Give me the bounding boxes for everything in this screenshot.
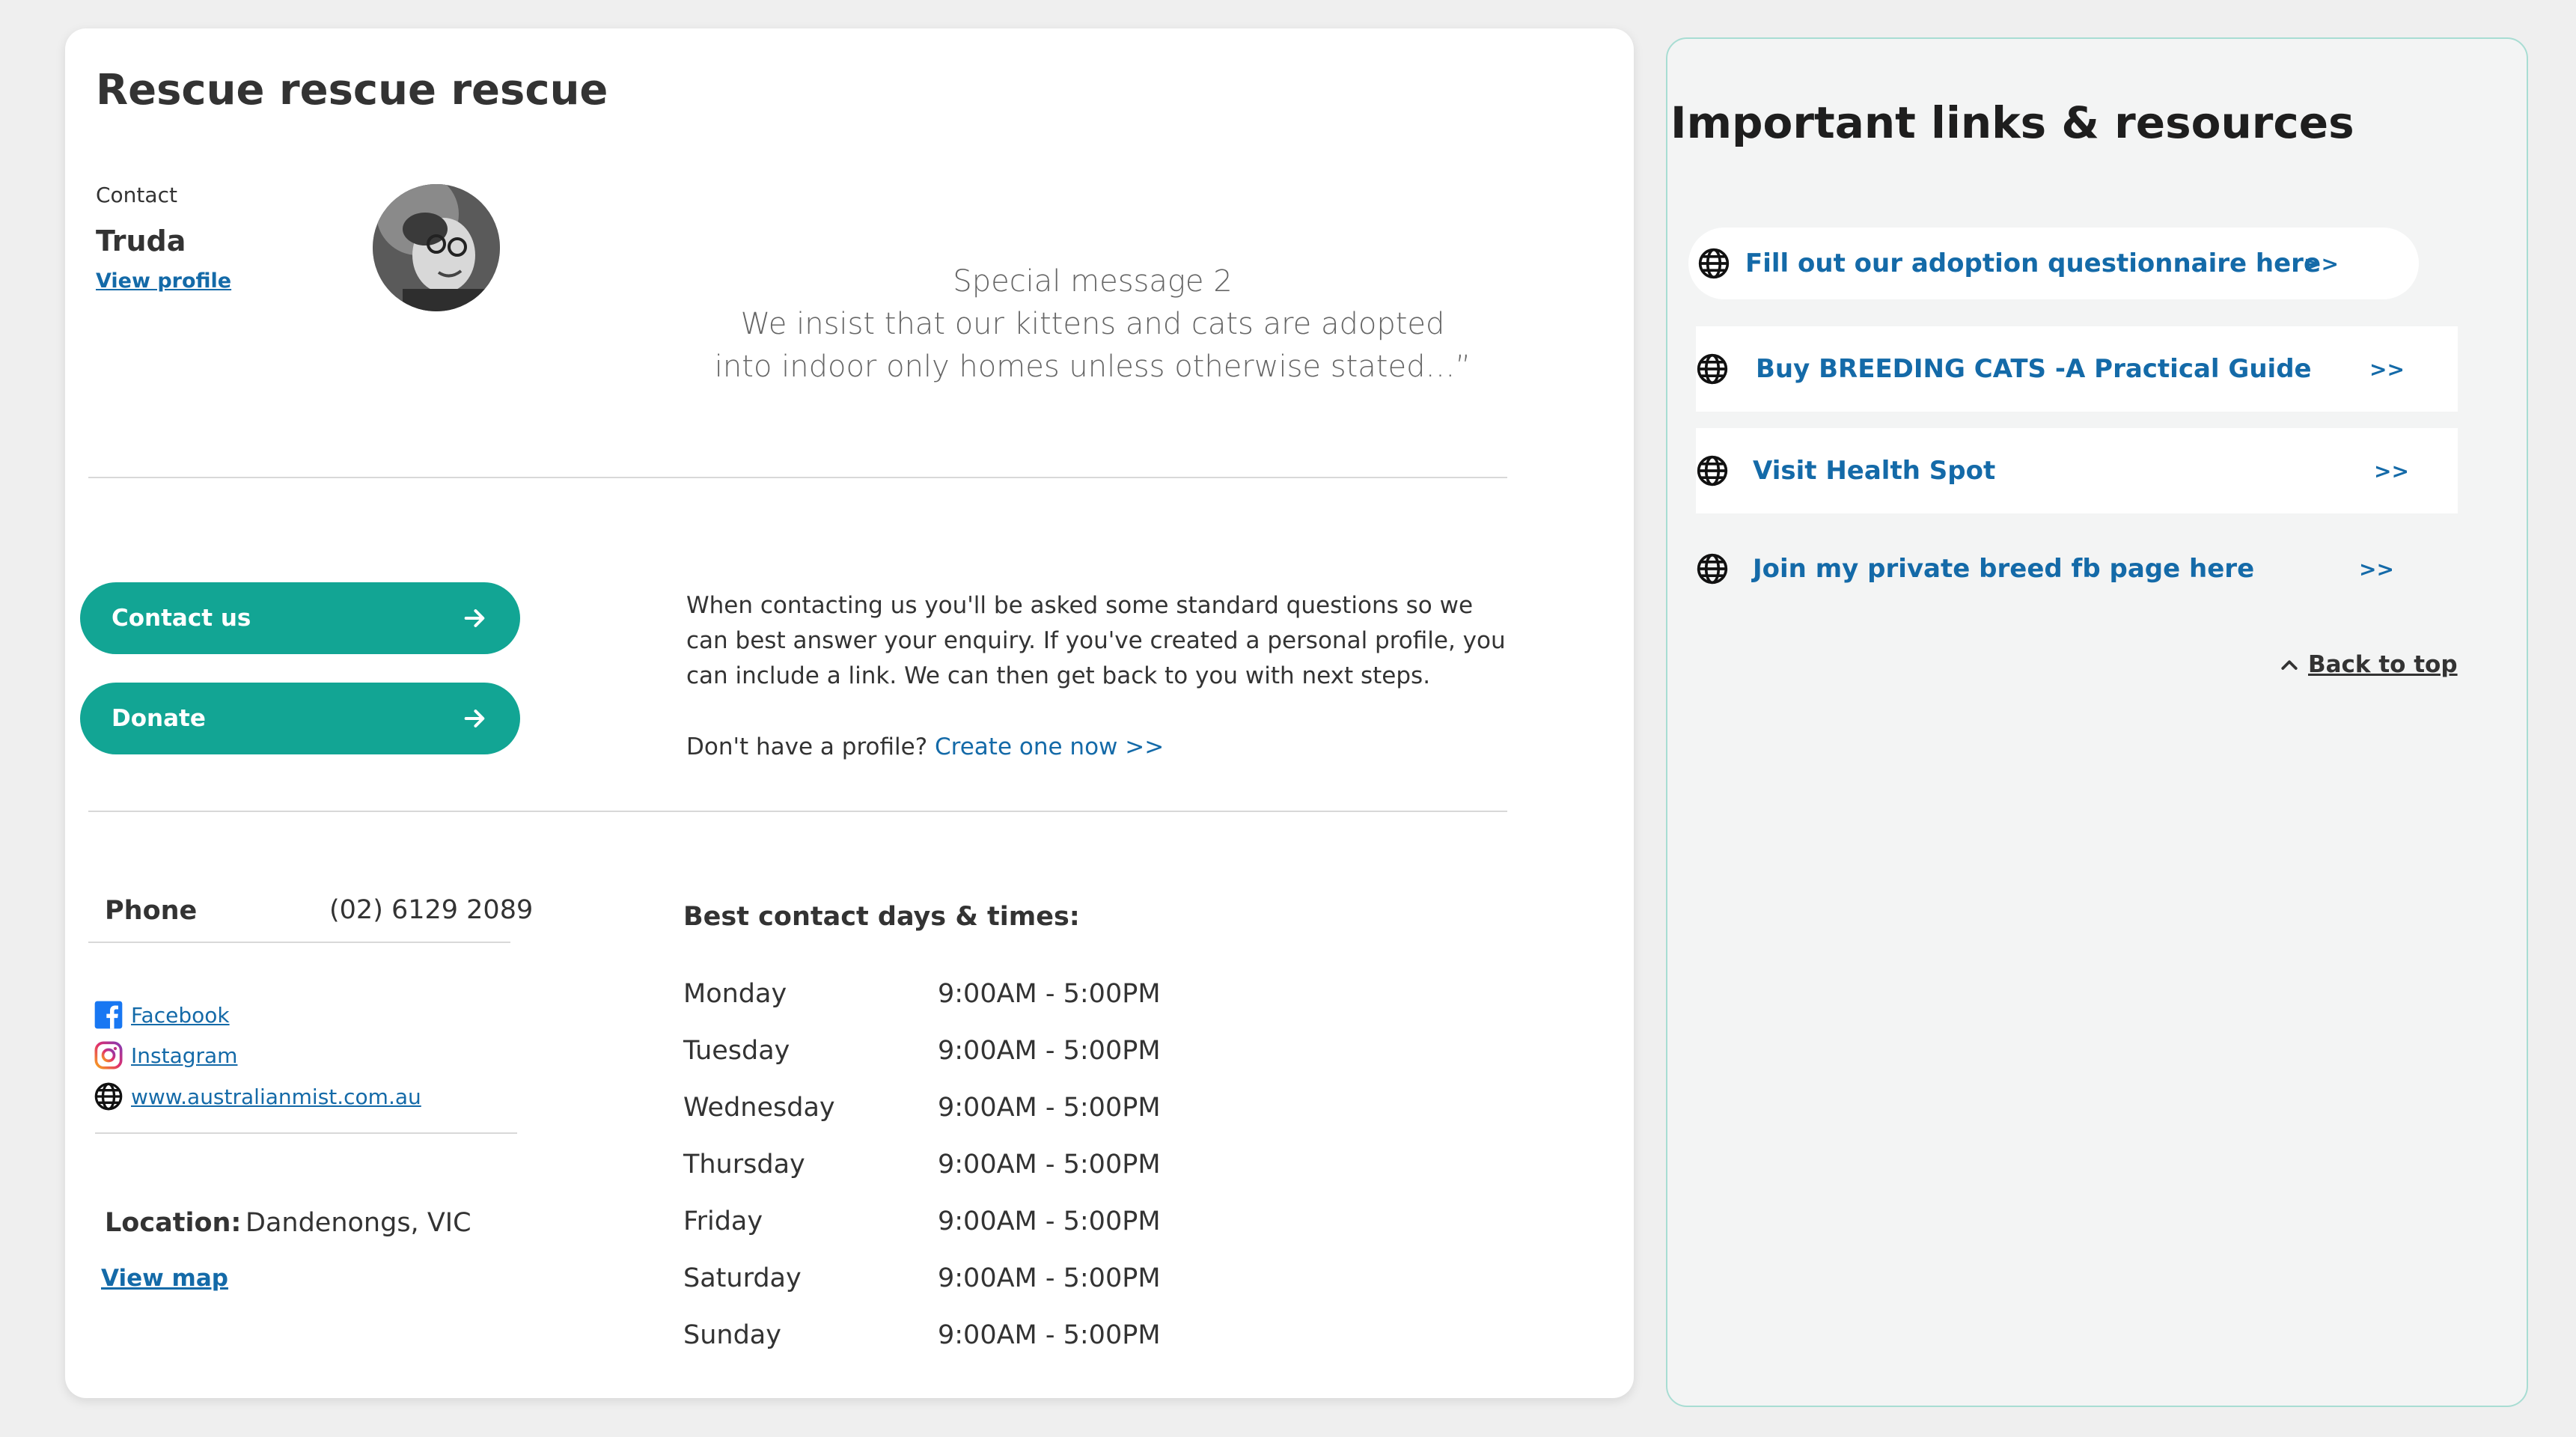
donate-button[interactable]: Donate: [80, 683, 520, 754]
hours-day: Wednesday: [683, 1093, 835, 1123]
hours-row: Saturday 9:00AM - 5:00PM: [683, 1250, 1161, 1307]
facebook-link[interactable]: Facebook: [131, 1003, 230, 1028]
resource-link-fb-page[interactable]: Join my private breed fb page here >>: [1696, 531, 2458, 606]
hours-title: Best contact days & times:: [683, 902, 1080, 932]
no-profile-text: Don't have a profile? Create one now >>: [686, 733, 1164, 760]
hours-time: 9:00AM - 5:00PM: [938, 1320, 1161, 1350]
contact-label: Contact: [96, 183, 177, 207]
chevron-up-icon: [2281, 660, 2298, 670]
hours-time: 9:00AM - 5:00PM: [938, 1206, 1161, 1236]
globe-icon: [1697, 553, 1728, 585]
globe-icon: [1698, 248, 1730, 279]
instagram-link[interactable]: Instagram: [131, 1043, 237, 1068]
hours-day: Sunday: [683, 1320, 781, 1350]
no-profile-label: Don't have a profile?: [686, 733, 928, 760]
special-message-title: Special message 2: [953, 264, 1233, 299]
avatar: [373, 184, 500, 311]
hours-day: Friday: [683, 1206, 763, 1236]
hours-time: 9:00AM - 5:00PM: [938, 1093, 1161, 1123]
view-profile-link[interactable]: View profile: [96, 269, 231, 293]
back-to-top-link[interactable]: Back to top: [2278, 651, 2458, 678]
hours-row: Thursday 9:00AM - 5:00PM: [683, 1136, 1161, 1193]
hours-day: Monday: [683, 979, 787, 1009]
back-to-top-label: Back to top: [2308, 651, 2458, 678]
chevron-right-icon: >>: [2369, 356, 2405, 382]
hours-row: Wednesday 9:00AM - 5:00PM: [683, 1079, 1161, 1136]
divider: [88, 477, 1507, 478]
chevron-right-icon: >>: [2304, 251, 2339, 276]
divider: [88, 942, 510, 943]
contact-us-button[interactable]: Contact us: [80, 582, 520, 654]
divider: [95, 1132, 517, 1134]
special-message: Special message 2 We insist that our kit…: [644, 260, 1542, 388]
donate-label: Donate: [112, 705, 206, 732]
hours-time: 9:00AM - 5:00PM: [938, 1036, 1161, 1066]
hours-time: 9:00AM - 5:00PM: [938, 1263, 1161, 1293]
facebook-icon: [94, 1001, 123, 1029]
phone-label: Phone: [105, 896, 198, 926]
location-label: Location:: [105, 1208, 242, 1238]
website-link[interactable]: www.australianmist.com.au: [131, 1084, 421, 1109]
globe-icon: [1697, 455, 1728, 486]
special-message-line: We insist that our kittens and cats are …: [740, 307, 1445, 341]
facebook-row: Facebook: [94, 1000, 230, 1030]
location-value: Dandenongs, VIC: [245, 1208, 471, 1238]
hours-day: Saturday: [683, 1263, 802, 1293]
resource-link-label: Visit Health Spot: [1753, 456, 1996, 486]
instagram-icon: [94, 1041, 123, 1070]
view-map-link[interactable]: View map: [101, 1265, 228, 1292]
page-title: Rescue rescue rescue: [96, 66, 608, 115]
globe-icon: [1697, 353, 1728, 385]
hours-table: Monday 9:00AM - 5:00PM Tuesday 9:00AM - 5:…: [683, 965, 1161, 1364]
enquiry-text: When contacting us you'll be asked some …: [686, 592, 1506, 689]
hours-day: Tuesday: [683, 1036, 790, 1066]
hours-row: Friday 9:00AM - 5:00PM: [683, 1193, 1161, 1250]
chevron-right-icon: >>: [2359, 556, 2394, 582]
resource-link-health-spot[interactable]: Visit Health Spot >>: [1696, 428, 2458, 513]
resource-link-breeding-guide[interactable]: Buy BREEDING CATS -A Practical Guide >>: [1696, 326, 2458, 412]
hours-time: 9:00AM - 5:00PM: [938, 979, 1161, 1009]
divider: [88, 811, 1507, 812]
arrow-right-icon: [464, 710, 485, 727]
resource-link-label: Buy BREEDING CATS -A Practical Guide: [1756, 354, 2312, 384]
website-row: www.australianmist.com.au: [94, 1081, 421, 1111]
create-profile-link[interactable]: Create one now >>: [935, 733, 1164, 760]
instagram-row: Instagram: [94, 1040, 237, 1070]
contact-name: Truda: [96, 225, 186, 257]
resource-link-label: Fill out our adoption questionnaire here: [1745, 248, 2322, 278]
hours-row: Sunday 9:00AM - 5:00PM: [683, 1307, 1161, 1364]
special-message-line: into indoor only homes unless otherwise …: [714, 350, 1471, 384]
arrow-right-icon: [464, 609, 485, 627]
resource-link-questionnaire[interactable]: Fill out our adoption questionnaire here…: [1688, 228, 2419, 299]
resources-title: Important links & resources: [1670, 97, 2354, 148]
chevron-right-icon: >>: [2374, 458, 2409, 483]
resource-link-label: Join my private breed fb page here: [1753, 554, 2255, 584]
hours-time: 9:00AM - 5:00PM: [938, 1150, 1161, 1180]
hours-row: Tuesday 9:00AM - 5:00PM: [683, 1022, 1161, 1079]
globe-icon: [94, 1082, 123, 1111]
phone-value: (02) 6129 2089: [329, 895, 534, 925]
hours-day: Thursday: [683, 1150, 805, 1180]
hours-row: Monday 9:00AM - 5:00PM: [683, 965, 1161, 1022]
contact-us-label: Contact us: [112, 605, 251, 632]
